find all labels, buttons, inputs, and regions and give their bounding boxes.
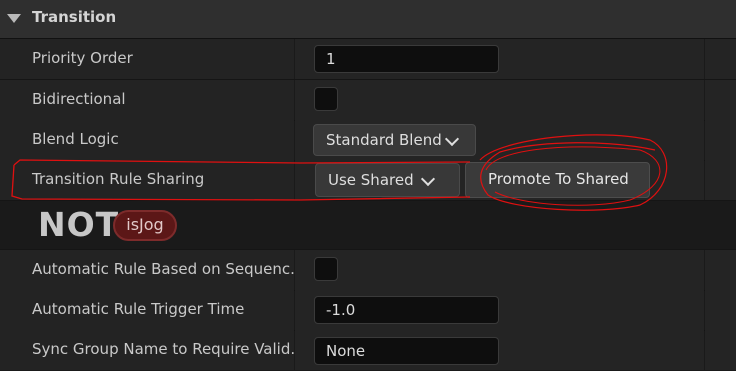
property-label-cell: Sync Group Name to Require Valid... (0, 330, 305, 370)
rule-sharing-dropdown[interactable]: Use Shared (315, 163, 460, 197)
section-title: Transition (32, 8, 117, 26)
row-tail-cell (705, 120, 736, 160)
blend-logic-dropdown[interactable]: Standard Blend (313, 124, 476, 156)
chevron-down-icon (444, 131, 460, 147)
variable-pill-isjog[interactable]: isJog (113, 210, 177, 241)
row-tail-cell (705, 250, 736, 290)
property-row-trigger-time: Automatic Rule Trigger Time -1.0 (0, 290, 736, 331)
promote-to-shared-button[interactable]: Promote To Shared (465, 162, 650, 198)
rule-sharing-value: Use Shared (328, 171, 414, 189)
blend-logic-value: Standard Blend (326, 131, 442, 149)
condition-node-row: NOT isJog (0, 201, 736, 250)
bidirectional-label: Bidirectional (32, 90, 126, 108)
row-tail-cell (705, 330, 736, 370)
property-label-cell: Transition Rule Sharing (0, 160, 294, 200)
row-tail-cell (705, 80, 736, 120)
priority-order-label: Priority Order (32, 49, 133, 67)
bidirectional-checkbox[interactable] (314, 87, 338, 111)
property-row-sync-group: Sync Group Name to Require Valid... None (0, 330, 736, 371)
blend-logic-label: Blend Logic (32, 130, 119, 148)
property-value-cell: -1.0 (295, 290, 704, 330)
property-label-cell: Priority Order (0, 39, 294, 79)
automatic-rule-checkbox[interactable] (314, 257, 338, 281)
property-row-transition-rule-sharing: Transition Rule Sharing Use Shared Promo… (0, 160, 736, 201)
property-label-cell: Blend Logic (0, 120, 294, 160)
property-row-blend-logic: Blend Logic Standard Blend (0, 120, 736, 161)
priority-order-input[interactable]: 1 (314, 45, 499, 73)
sync-group-input[interactable]: None (314, 337, 499, 365)
section-header-transition[interactable]: Transition (0, 0, 736, 39)
collapse-triangle-icon[interactable] (7, 14, 21, 23)
row-tail-cell (705, 160, 736, 200)
property-value-cell: 1 (295, 39, 704, 79)
row-tail-cell (705, 39, 736, 79)
transition-rule-sharing-label: Transition Rule Sharing (32, 170, 205, 188)
not-operator-label: NOT (38, 205, 120, 244)
sync-group-label: Sync Group Name to Require Valid... (32, 340, 305, 358)
property-label-cell: Automatic Rule Based on Sequenc... (0, 250, 304, 290)
property-label-cell: Bidirectional (0, 80, 294, 120)
property-value-cell (295, 80, 704, 120)
property-row-automatic-rule: Automatic Rule Based on Sequenc... (0, 250, 736, 291)
property-value-cell (295, 250, 704, 290)
property-row-bidirectional: Bidirectional (0, 80, 736, 121)
property-value-cell: Standard Blend (295, 120, 704, 160)
row-tail-cell (705, 290, 736, 330)
property-label-cell: Automatic Rule Trigger Time (0, 290, 294, 330)
trigger-time-input[interactable]: -1.0 (314, 296, 499, 324)
trigger-time-label: Automatic Rule Trigger Time (32, 300, 245, 318)
chevron-down-icon (420, 171, 436, 187)
property-row-priority-order: Priority Order 1 (0, 39, 736, 80)
property-value-cell: None (295, 330, 704, 370)
automatic-rule-label: Automatic Rule Based on Sequenc... (32, 260, 305, 278)
property-value-cell: Use Shared Promote To Shared (295, 160, 704, 200)
